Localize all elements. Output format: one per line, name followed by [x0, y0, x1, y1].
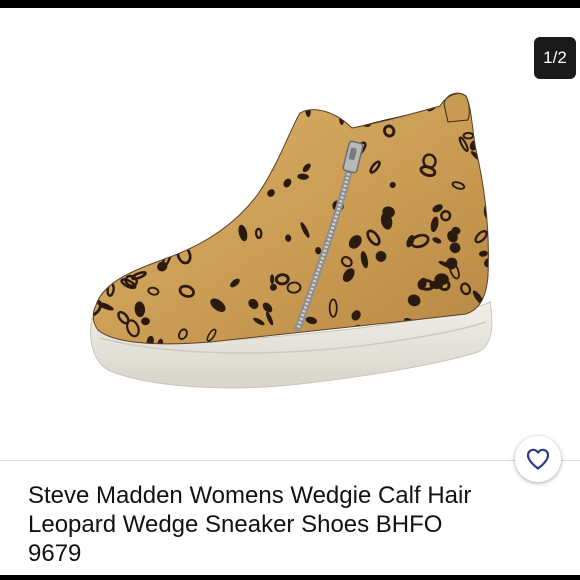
leopard-spot: [214, 163, 224, 178]
leopard-spot: [219, 177, 232, 187]
leopard-spot: [290, 95, 302, 107]
leopard-spot: [177, 167, 191, 177]
leopard-spot: [159, 218, 174, 233]
leopard-spot: [252, 147, 268, 162]
leopard-spot: [242, 138, 253, 150]
leopard-spot: [188, 155, 196, 162]
leopard-spot: [305, 94, 319, 110]
leopard-spot: [93, 279, 106, 290]
leopard-spot: [470, 94, 479, 105]
leopard-spot: [177, 191, 185, 200]
leopard-spot: [156, 169, 175, 174]
leopard-spot: [284, 106, 295, 116]
leopard-spot: [196, 182, 209, 191]
leopard-spot: [251, 114, 262, 125]
leopard-spot: [183, 170, 201, 182]
leopard-spot: [93, 280, 102, 294]
heart-outline-icon: [526, 448, 550, 470]
leopard-spot: [136, 122, 147, 133]
leopard-spot: [178, 148, 190, 161]
leopard-spot: [96, 169, 104, 182]
leopard-spot: [93, 237, 104, 251]
leopard-spot: [283, 98, 297, 113]
leopard-spot: [251, 166, 263, 186]
leopard-spot: [183, 106, 196, 116]
leopard-spot: [132, 211, 144, 220]
leopard-spot: [153, 214, 168, 226]
leopard-spot: [131, 238, 145, 247]
product-image[interactable]: 1/2: [0, 8, 580, 460]
leopard-spot: [182, 154, 190, 165]
image-page-indicator: 1/2: [534, 37, 576, 79]
leopard-spot: [186, 195, 199, 202]
leopard-spot: [142, 153, 157, 164]
sneaker-illustration: [90, 92, 493, 389]
leopard-spot: [120, 168, 134, 180]
leopard-spot: [226, 142, 238, 152]
product-title: Steve Madden Womens Wedgie Calf Hair Leo…: [28, 482, 472, 567]
leopard-spot: [99, 246, 107, 254]
like-button[interactable]: [515, 436, 561, 482]
divider: [0, 460, 580, 461]
top-status-bar: [0, 0, 580, 8]
leopard-spot: [96, 146, 109, 156]
leopard-spot: [229, 146, 241, 157]
leopard-spot: [146, 130, 153, 140]
leopard-spot: [138, 190, 154, 198]
leopard-spot: [116, 216, 129, 229]
leopard-spot: [122, 93, 136, 103]
leopard-spot: [184, 221, 194, 236]
leopard-spot: [401, 99, 416, 109]
leopard-spot: [270, 133, 286, 141]
leopard-spot: [154, 104, 171, 117]
leopard-spot: [140, 151, 153, 157]
leopard-spot: [153, 115, 160, 129]
bottom-bar: [0, 575, 580, 580]
leopard-spot: [186, 124, 194, 133]
leopard-spot: [120, 126, 134, 141]
leopard-spot: [116, 93, 128, 106]
leopard-spot: [93, 133, 105, 148]
leopard-spot: [118, 97, 131, 109]
leopard-spot: [180, 215, 189, 236]
leopard-spot: [93, 143, 98, 155]
leopard-spot: [116, 139, 122, 150]
